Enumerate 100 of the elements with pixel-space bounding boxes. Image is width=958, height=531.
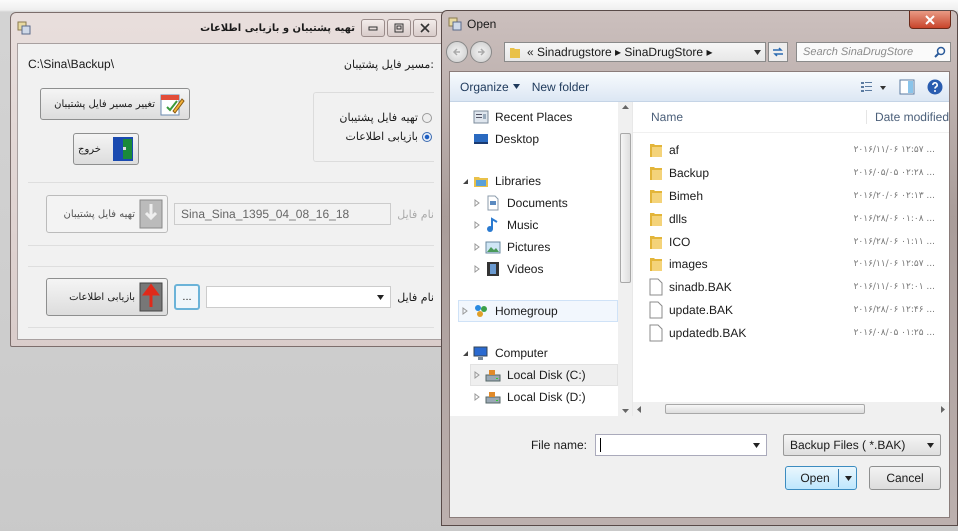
dialog-title: Open xyxy=(467,17,496,31)
monitor-icon xyxy=(473,345,489,361)
back-button[interactable] xyxy=(446,41,468,63)
file-name-label: نام فایل xyxy=(397,208,434,220)
close-button[interactable] xyxy=(909,11,951,29)
maximize-icon xyxy=(394,23,404,33)
collapsed-arrow-icon[interactable] xyxy=(474,265,480,273)
date-modified: ۲۰۱۶/۲۸/۰۶ ۰۱:۰۸ ... xyxy=(854,214,935,224)
folder-icon xyxy=(649,188,663,204)
address-bar[interactable]: « Sinadrugstore ▸ SinaDrugStore ▸ xyxy=(504,42,766,62)
expanded-arrow-icon[interactable] xyxy=(462,350,468,356)
minimize-icon xyxy=(368,24,378,32)
new-folder-button[interactable]: New folder xyxy=(532,80,590,94)
file-name-label: File name: xyxy=(530,438,587,452)
organize-menu[interactable]: Organize xyxy=(460,80,520,94)
file-name[interactable]: updatedb.BAK xyxy=(669,326,746,340)
restore-button[interactable]: بازیابی اطلاعات xyxy=(46,278,168,316)
forward-button[interactable] xyxy=(470,41,492,63)
refresh-button[interactable] xyxy=(768,42,788,62)
date-modified: ۲۰۱۶/۱۱/۰۶ ۱۲:۵۷ ... xyxy=(854,145,935,156)
forward-arrow-icon xyxy=(476,47,486,57)
nav-item[interactable]: Videos xyxy=(470,258,618,280)
nav-item[interactable]: Computer xyxy=(458,342,618,364)
scroll-left-arrow-icon[interactable] xyxy=(637,406,641,412)
scroll-down-arrow-icon[interactable] xyxy=(622,409,628,413)
date-modified: ۲۰۱۶/۱۱/۰۶ ۱۲:۰۱ ... xyxy=(854,282,935,292)
column-header[interactable]: Date modified xyxy=(866,110,949,124)
date-modified: ۲۰۱۶/۰۸/۰۵ ۰۱:۲۵ ... xyxy=(854,328,935,338)
file-name[interactable]: Bimeh xyxy=(669,188,704,203)
preview-pane-icon[interactable] xyxy=(899,78,915,94)
file-name-field[interactable] xyxy=(595,434,767,456)
file-name[interactable]: images xyxy=(669,257,708,272)
file-name[interactable]: ICO xyxy=(669,234,690,249)
dropdown-arrow-icon xyxy=(512,84,520,89)
date-modified: ۲۰۱۶/۲۸/۰۶ ۰۱:۱۱ ... xyxy=(854,236,935,247)
file-type-dropdown[interactable]: Backup Files ( *.BAK) xyxy=(783,434,941,456)
homegroup-icon xyxy=(473,303,489,319)
refresh-arrows-icon xyxy=(771,46,785,58)
file-name[interactable]: Backup xyxy=(669,166,710,180)
nav-item[interactable]: Pictures xyxy=(470,236,618,258)
close-button[interactable] xyxy=(413,19,437,37)
minimize-button[interactable] xyxy=(361,19,385,37)
collapsed-arrow-icon[interactable] xyxy=(474,221,480,229)
file-icon xyxy=(649,300,663,319)
folder-icon xyxy=(649,234,663,250)
scroll-thumb[interactable] xyxy=(620,133,630,283)
date-modified: ۲۰۱۶/۰۵/۰۵ ۰۲:۲۸ ... xyxy=(854,168,935,178)
file-name[interactable]: dlls xyxy=(669,212,688,226)
document-icon xyxy=(485,195,501,211)
drive-icon xyxy=(485,389,501,405)
app-icon xyxy=(17,21,31,35)
change-path-button[interactable]: تغییر مسیر فایل پشتیبان xyxy=(40,88,190,120)
folder-icon xyxy=(649,142,663,158)
close-icon xyxy=(925,14,935,24)
search-icon xyxy=(934,46,946,58)
nav-item[interactable]: Desktop xyxy=(458,128,618,150)
browse-button[interactable]: ... xyxy=(174,284,200,310)
file-name[interactable]: update.BAK xyxy=(669,302,734,317)
file-name-label: نام فایل xyxy=(397,290,434,304)
column-header[interactable]: Name xyxy=(633,110,866,124)
folder-icon xyxy=(649,165,663,182)
scroll-right-arrow-icon[interactable] xyxy=(941,406,945,412)
collapsed-arrow-icon[interactable] xyxy=(474,243,480,251)
nav-item[interactable]: Homegroup xyxy=(458,300,618,322)
file-name[interactable]: sinadb.BAK xyxy=(669,280,732,294)
collapsed-arrow-icon[interactable] xyxy=(474,199,480,207)
maximize-button[interactable] xyxy=(387,19,411,37)
nav-item[interactable]: Local Disk (C:) xyxy=(470,364,618,386)
nav-item[interactable]: Libraries xyxy=(458,170,618,192)
view-options-icon[interactable] xyxy=(861,80,887,92)
nav-item[interactable]: Local Disk (D:) xyxy=(470,386,618,408)
nav-item[interactable]: Documents xyxy=(470,192,618,214)
folder-icon xyxy=(649,210,663,227)
film-icon xyxy=(485,261,501,277)
cancel-button[interactable]: Cancel xyxy=(869,466,941,490)
dropdown-arrow-icon xyxy=(845,476,852,480)
expanded-arrow-icon[interactable] xyxy=(462,178,468,184)
drive-icon xyxy=(485,367,501,383)
scroll-thumb[interactable] xyxy=(665,404,865,414)
date-modified: ۲۰۱۶/۲۰/۰۶ ۰۲:۱۳ ... xyxy=(854,190,935,201)
help-icon[interactable] xyxy=(927,78,943,94)
collapsed-arrow-icon[interactable] xyxy=(474,393,480,401)
nav-item[interactable]: Music xyxy=(470,214,618,236)
collapsed-arrow-icon[interactable] xyxy=(462,307,468,315)
nav-item[interactable]: Recent Places xyxy=(458,106,618,128)
scrollbar[interactable] xyxy=(618,102,632,416)
folder-icon xyxy=(649,256,663,272)
close-icon xyxy=(420,23,430,33)
dropdown-arrow-icon xyxy=(753,442,760,448)
file-name[interactable]: af xyxy=(669,143,680,158)
file-name-combo[interactable] xyxy=(206,286,392,308)
scrollbar[interactable] xyxy=(633,402,949,416)
radio-option[interactable]: بازیابی اطلاعات xyxy=(345,130,432,143)
radio-option[interactable]: تهیه فایل پشتیبان xyxy=(339,111,432,124)
open-button[interactable]: Open xyxy=(785,466,857,490)
scroll-up-arrow-icon[interactable] xyxy=(622,105,628,109)
backup-path-label: مسیر فایل پشتیبان: xyxy=(344,58,434,70)
exit-button[interactable]: خروج xyxy=(73,133,139,165)
collapsed-arrow-icon[interactable] xyxy=(474,371,480,379)
dropdown-arrow-icon xyxy=(754,50,761,54)
